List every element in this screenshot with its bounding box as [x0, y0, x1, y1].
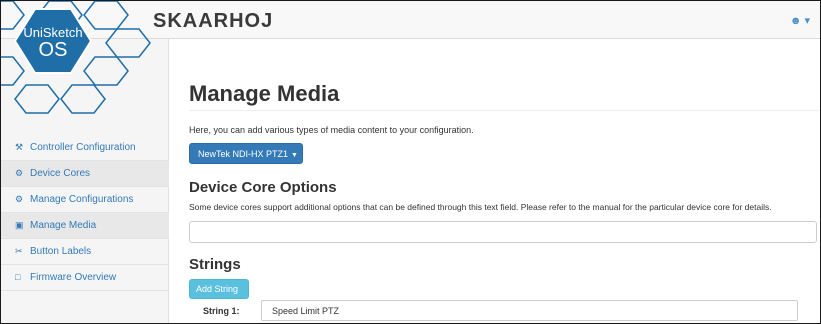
sidebar-item-manage-media[interactable]: ▣ Manage Media [1, 213, 169, 239]
sidebar-item-label: Device Cores [30, 168, 91, 179]
device-dropdown-label: NewTek NDI-HX PTZ1 [198, 149, 289, 159]
cogs-icon: ⚙ [15, 168, 24, 178]
app-window: SKAARHOJ ☻ ▾ ⚒ Controller Configuration ⚙… [0, 0, 821, 324]
sidebar-item-button-labels[interactable]: ✂ Button Labels [1, 239, 169, 265]
device-core-options-input[interactable] [189, 221, 817, 243]
scissors-icon: ✂ [15, 246, 23, 256]
file-icon: □ [15, 272, 21, 282]
sidebar-item-label: Manage Configurations [30, 194, 134, 205]
sidebar-item-manage-configurations[interactable]: ⚙ Manage Configurations [1, 187, 169, 213]
sidebar-item-label: Button Labels [30, 246, 92, 257]
brand-name[interactable]: SKAARHOJ [153, 10, 273, 33]
wrench-icon: ⚒ [15, 142, 24, 152]
device-core-options-heading: Device Core Options [189, 179, 337, 196]
string-1-label: String 1: [203, 306, 240, 316]
logo-subtitle: OS [38, 39, 68, 61]
strings-heading: Strings [189, 256, 241, 273]
hexagon-pattern-icon [1, 1, 151, 114]
sidebar-item-controller-configuration[interactable]: ⚒ Controller Configuration [1, 135, 169, 161]
user-icon: ☻ [789, 15, 802, 27]
unisketch-logo: UniSketch OS [1, 1, 151, 131]
sidebar-item-label: Controller Configuration [30, 142, 136, 153]
add-string-button[interactable]: Add String [189, 279, 249, 299]
cogs-icon: ⚙ [15, 194, 24, 204]
user-menu-button[interactable]: ☻ ▾ [790, 14, 810, 27]
logo-title: UniSketch [23, 25, 83, 40]
sidebar-item-device-cores[interactable]: ⚙ Device Cores [1, 161, 169, 187]
page-title: Manage Media [189, 81, 340, 106]
sidebar-item-label: Firmware Overview [30, 272, 117, 283]
main-content: Manage Media Here, you can add various t… [189, 39, 820, 323]
image-icon: ▣ [15, 220, 24, 230]
title-divider [189, 110, 819, 111]
sidebar-item-label: Manage Media [30, 220, 97, 231]
device-dropdown-button[interactable]: NewTek NDI-HX PTZ1 ▼ [189, 143, 303, 164]
device-core-options-help: Some device cores support additional opt… [189, 202, 772, 212]
sidebar-item-firmware-overview[interactable]: □ Firmware Overview [1, 265, 169, 291]
string-1-input[interactable]: Speed Limit PTZ [261, 300, 798, 321]
chevron-down-icon: ▾ [804, 15, 810, 27]
caret-down-icon: ▼ [291, 152, 298, 159]
intro-text: Here, you can add various types of media… [189, 125, 474, 135]
